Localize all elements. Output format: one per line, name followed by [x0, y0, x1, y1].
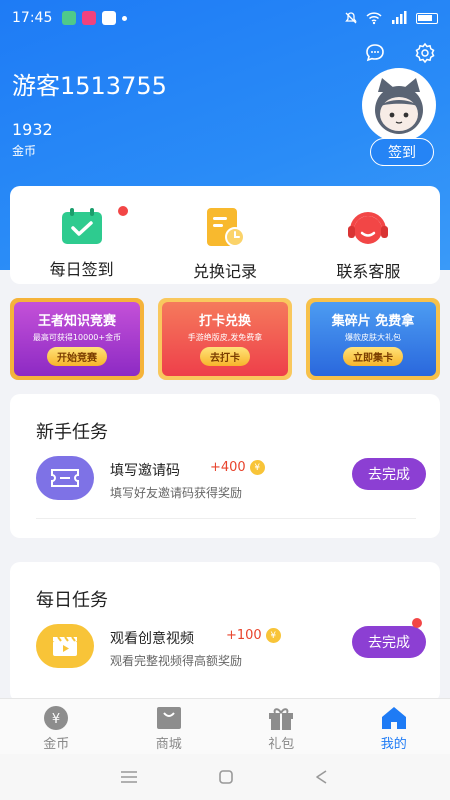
svg-text:¥: ¥	[52, 712, 60, 727]
task-reward-amount: +400	[210, 460, 246, 475]
task-complete-button[interactable]: 去完成	[352, 458, 426, 490]
video-clapper-icon	[36, 624, 94, 668]
task-complete-button[interactable]: 去完成	[352, 626, 426, 658]
home-button-icon[interactable]	[218, 769, 234, 785]
tab-label: 我的	[380, 737, 407, 752]
tab-label: 金币	[43, 737, 70, 752]
banner-subtitle: 爆款皮肤大礼包	[345, 333, 401, 342]
settings-icon[interactable]	[414, 42, 436, 64]
status-time: 17:45	[12, 10, 53, 26]
quick-actions-card: 每日签到 兑换记录 联系客服	[10, 186, 440, 284]
home-icon	[381, 707, 406, 729]
headset-icon	[348, 212, 389, 244]
banner-subtitle: 手游绝版皮,发免费拿	[187, 333, 263, 342]
banner-title: 王者知识竞赛	[37, 314, 116, 329]
notification-video-icon	[82, 11, 97, 25]
bottom-tab-bar: ¥ 金币 商城 礼包 我的	[0, 698, 450, 754]
quick-action-contact-support[interactable]: 联系客服	[297, 186, 440, 284]
banner-collect-fragments[interactable]: 集碎片 免费拿 爆款皮肤大礼包 立即集卡	[306, 298, 440, 380]
notification-app-icon	[62, 11, 77, 25]
task-name: 填写邀请码	[110, 463, 180, 479]
wifi-icon	[366, 12, 382, 25]
task-description: 填写好友邀请码获得奖励	[110, 486, 243, 500]
quick-action-daily-checkin[interactable]: 每日签到	[10, 186, 153, 284]
checkin-badge	[118, 206, 128, 216]
record-icon	[206, 208, 245, 247]
task-item-invite-code: 填写邀请码 +400 ¥ 填写好友邀请码获得奖励 去完成	[36, 456, 426, 516]
notification-dot	[122, 15, 128, 21]
tab-label: 礼包	[268, 737, 295, 752]
avatar[interactable]	[362, 68, 436, 142]
task-item-watch-video: 观看创意视频 +100 ¥ 观看完整视频得高额奖励 去完成	[36, 618, 426, 684]
tab-mine[interactable]: 我的	[338, 699, 450, 754]
tab-gift[interactable]: 礼包	[225, 699, 338, 754]
quick-action-exchange-records[interactable]: 兑换记录	[153, 186, 296, 284]
banner-knowledge-contest[interactable]: 王者知识竞赛 最高可获得10000+金币 开始竞赛	[10, 298, 144, 380]
task-description: 观看完整视频得高额奖励	[110, 654, 243, 668]
banner-button[interactable]: 立即集卡	[343, 347, 403, 366]
quick-action-label: 兑换记录	[192, 262, 257, 281]
status-bar: 17:45	[0, 0, 450, 36]
banner-button[interactable]: 开始竞赛	[47, 347, 107, 366]
system-nav-bar	[0, 754, 450, 800]
battery-icon	[416, 12, 438, 24]
quick-action-label: 每日签到	[49, 260, 114, 279]
task-reward-amount: +100	[226, 628, 262, 643]
tab-coins[interactable]: ¥ 金币	[0, 699, 113, 754]
cat-avatar-icon	[375, 78, 423, 134]
task-reward: +100 ¥	[226, 628, 281, 643]
newbie-tasks-card: 新手任务 填写邀请码 +400 ¥ 填写好友邀请码获得奖励 去完成	[10, 394, 440, 538]
coin-icon: ¥	[44, 706, 69, 730]
signal-icon	[392, 11, 407, 24]
back-icon[interactable]	[314, 769, 330, 785]
coin-icon: ¥	[249, 460, 265, 475]
notification-mail-icon	[102, 11, 117, 25]
banner-subtitle: 最高可获得10000+金币	[32, 333, 122, 342]
section-title: 新手任务	[36, 422, 108, 443]
divider	[36, 518, 416, 519]
banner-title: 集碎片 免费拿	[331, 314, 415, 329]
quick-action-label: 联系客服	[336, 262, 401, 281]
task-name: 观看创意视频	[110, 631, 194, 647]
calendar-check-icon	[61, 208, 102, 244]
section-title: 每日任务	[36, 590, 108, 611]
task-badge	[412, 618, 422, 628]
menu-icon[interactable]	[120, 770, 138, 784]
banner-checkin-exchange[interactable]: 打卡兑换 手游绝版皮,发免费拿 去打卡	[158, 298, 292, 380]
ticket-icon	[36, 456, 94, 500]
username: 游客1513755	[12, 72, 167, 100]
message-icon[interactable]	[364, 42, 386, 64]
coin-icon: ¥	[265, 628, 281, 643]
tab-shop[interactable]: 商城	[113, 699, 226, 754]
coin-balance: 1932	[12, 120, 53, 139]
checkin-button[interactable]: 签到	[370, 138, 434, 166]
shop-bag-icon	[156, 707, 181, 729]
mute-icon	[345, 12, 357, 24]
banner-button[interactable]: 去打卡	[200, 347, 250, 366]
task-reward: +400 ¥	[210, 460, 265, 475]
banner-title: 打卡兑换	[198, 314, 251, 329]
tab-label: 商城	[155, 737, 182, 752]
gift-icon	[269, 708, 294, 730]
coin-balance-label: 金币	[12, 144, 37, 158]
daily-tasks-card: 每日任务 观看创意视频 +100 ¥ 观看完整视频得高额奖励 去完成	[10, 562, 440, 702]
